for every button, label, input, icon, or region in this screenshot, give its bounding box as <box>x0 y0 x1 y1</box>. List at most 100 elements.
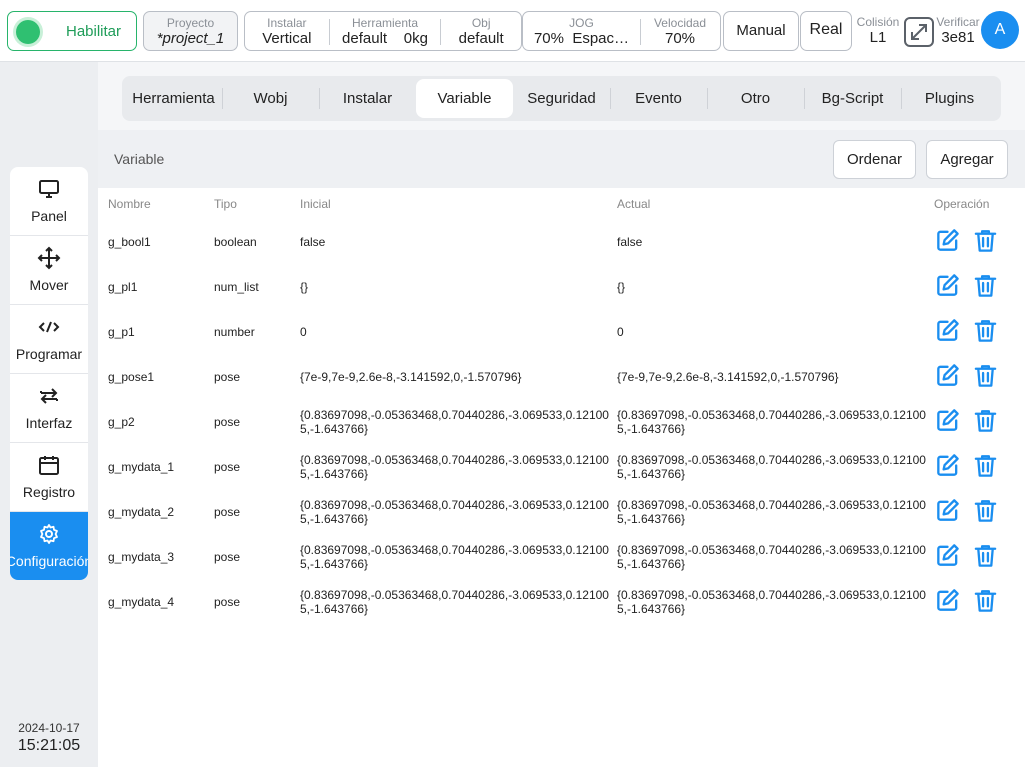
collision-value: L1 <box>869 29 887 46</box>
cell-initial: {0.83697098,-0.05363468,0.70440286,-3.06… <box>300 497 609 526</box>
calendar-icon <box>39 456 59 475</box>
project-selector[interactable]: Proyecto *project_1 <box>143 11 238 51</box>
tab-tool[interactable]: Herramienta <box>125 79 222 118</box>
cell-type: pose <box>214 594 241 609</box>
cell-name: g_mydata_1 <box>108 459 175 474</box>
trash-icon[interactable] <box>972 272 1010 302</box>
tool-name: default <box>342 30 388 47</box>
edit-icon[interactable] <box>934 227 972 257</box>
edit-icon[interactable] <box>934 542 972 572</box>
expand-icon[interactable] <box>904 17 934 47</box>
install-value: Vertical <box>262 30 312 47</box>
tab-install[interactable]: Instalar <box>319 79 416 118</box>
jog-speed-group[interactable]: JOG 70% Espac… Velocidad 70% <box>522 11 721 51</box>
tab-variable[interactable]: Variable <box>416 79 513 118</box>
trash-icon[interactable] <box>972 452 1010 482</box>
trash-icon[interactable] <box>972 497 1010 527</box>
collision-indicator[interactable]: Colisión L1 <box>855 15 901 47</box>
cell-initial: {0.83697098,-0.05363468,0.70440286,-3.06… <box>300 407 609 436</box>
cell-current: {0.83697098,-0.05363468,0.70440286,-3.06… <box>617 542 926 571</box>
cell-current: {0.83697098,-0.05363468,0.70440286,-3.06… <box>617 587 926 616</box>
install-cell[interactable]: Instalar Vertical <box>245 12 329 50</box>
table-row: g_pl1 num_list {} {} <box>98 264 1025 309</box>
trash-icon[interactable] <box>972 317 1010 347</box>
real-mode-button[interactable]: Real <box>800 11 852 51</box>
collision-label: Colisión <box>856 15 900 29</box>
tool-cell[interactable]: Herramienta default 0kg <box>330 12 441 50</box>
verify-indicator[interactable]: Verificar 3e81 <box>934 15 982 47</box>
jog-percent: 70% <box>533 30 564 47</box>
cell-name: g_mydata_3 <box>108 549 175 564</box>
edit-icon[interactable] <box>934 452 972 482</box>
header-initial: Inicial <box>300 197 331 211</box>
edit-icon[interactable] <box>934 407 972 437</box>
jog-mode: Espac… <box>572 30 630 47</box>
table-header: Nombre Tipo Inicial Actual Operación <box>98 197 1025 213</box>
tab-plugins[interactable]: Plugins <box>901 79 998 118</box>
sidebar-item-label: Panel <box>31 208 67 224</box>
cell-name: g_pl1 <box>108 279 138 294</box>
tab-event[interactable]: Evento <box>610 79 707 118</box>
edit-icon[interactable] <box>934 317 972 347</box>
add-variable-button[interactable]: Agregar <box>926 140 1008 179</box>
sidebar-item-panel[interactable]: Panel <box>10 167 88 236</box>
cell-operation <box>934 219 1014 264</box>
cell-name: g_bool1 <box>108 234 151 249</box>
trash-icon[interactable] <box>972 542 1010 572</box>
cell-initial: false <box>300 234 326 249</box>
avatar[interactable]: A <box>981 11 1019 49</box>
cell-type: pose <box>214 459 241 474</box>
cell-operation <box>934 579 1014 624</box>
manual-mode-button[interactable]: Manual <box>723 11 799 51</box>
section-title: Variable <box>114 151 165 167</box>
sidebar: Panel Mover Programar Interfaz Registro … <box>10 167 88 580</box>
enable-button[interactable]: Habilitar <box>7 11 137 51</box>
sidebar-item-interface[interactable]: Interfaz <box>10 374 88 443</box>
table-row: g_pose1 pose {7e-9,7e-9,2.6e-8,-3.141592,0… <box>98 354 1025 399</box>
edit-icon[interactable] <box>934 272 972 302</box>
cell-current: {0.83697098,-0.05363468,0.70440286,-3.06… <box>617 407 926 436</box>
jog-cell[interactable]: JOG 70% Espac… <box>523 12 640 50</box>
cell-current: 0 <box>617 324 624 339</box>
obj-label: Obj <box>471 16 491 30</box>
tab-bg-script[interactable]: Bg-Script <box>804 79 901 118</box>
trash-icon[interactable] <box>972 227 1010 257</box>
trash-icon[interactable] <box>972 587 1010 617</box>
sidebar-item-move[interactable]: Mover <box>10 236 88 305</box>
code-icon <box>38 321 60 333</box>
main-content: Herramienta Wobj Instalar Variable Segur… <box>98 62 1025 767</box>
sidebar-item-settings[interactable]: Configuración <box>10 512 88 580</box>
sort-button[interactable]: Ordenar <box>833 140 916 179</box>
current-time: 15:21:05 <box>17 737 81 754</box>
install-tool-obj-group[interactable]: Instalar Vertical Herramienta default 0k… <box>244 11 522 51</box>
cell-type: number <box>214 324 255 339</box>
edit-icon[interactable] <box>934 587 972 617</box>
edit-icon[interactable] <box>934 497 972 527</box>
table-row: g_mydata_1 pose {0.83697098,-0.05363468,0.… <box>98 444 1025 489</box>
cell-initial: {7e-9,7e-9,2.6e-8,-3.141592,0,-1.570796} <box>300 369 522 384</box>
tool-weight: 0kg <box>403 30 428 47</box>
edit-icon[interactable] <box>934 362 972 392</box>
monitor-icon <box>39 180 59 198</box>
jog-value: 70% Espac… <box>523 30 640 48</box>
sidebar-item-label: Interfaz <box>25 415 73 431</box>
tab-other[interactable]: Otro <box>707 79 804 118</box>
cell-name: g_mydata_4 <box>108 594 175 609</box>
clock: 2024-10-17 15:21:05 <box>0 721 98 755</box>
obj-cell[interactable]: Obj default <box>441 12 521 50</box>
tab-wobj[interactable]: Wobj <box>222 79 319 118</box>
section-header: Variable Ordenar Agregar <box>98 130 1025 188</box>
trash-icon[interactable] <box>972 362 1010 392</box>
trash-icon[interactable] <box>972 407 1010 437</box>
header-name: Nombre <box>108 197 151 211</box>
sidebar-item-program[interactable]: Programar <box>10 305 88 374</box>
speed-cell[interactable]: Velocidad 70% <box>641 12 719 50</box>
cell-current: {} <box>617 279 626 294</box>
cell-current: {0.83697098,-0.05363468,0.70440286,-3.06… <box>617 452 926 481</box>
cell-operation <box>934 444 1014 489</box>
cell-operation <box>934 534 1014 579</box>
gear-icon <box>40 524 58 544</box>
sidebar-item-log[interactable]: Registro <box>10 443 88 512</box>
tab-safety[interactable]: Seguridad <box>513 79 610 118</box>
header-operation: Operación <box>934 197 990 211</box>
